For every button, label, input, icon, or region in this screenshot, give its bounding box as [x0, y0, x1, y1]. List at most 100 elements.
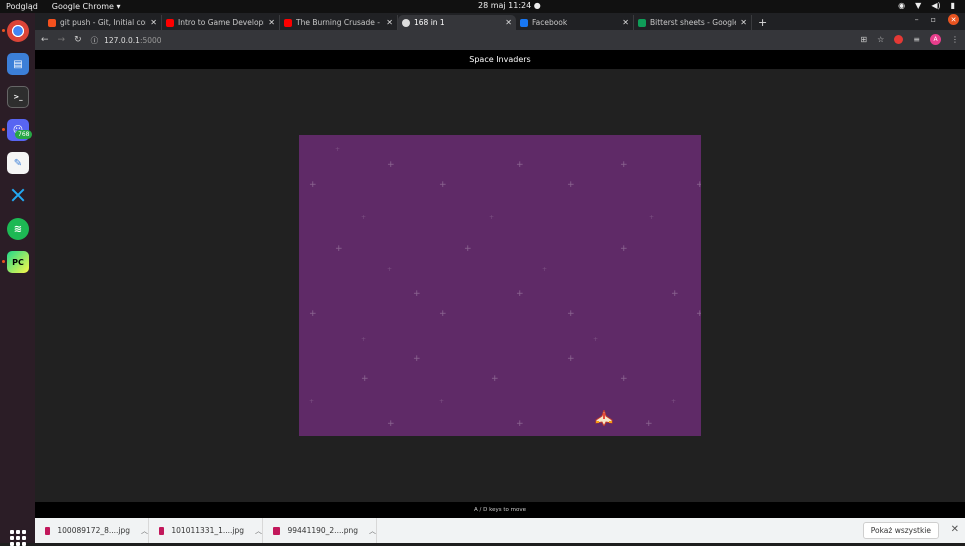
bookmark-star-icon[interactable]: ☆	[877, 35, 884, 44]
tab-git-push[interactable]: git push - Git, Initial comm ✕	[44, 15, 162, 30]
download-item[interactable]: 101011331_1....jpg ︿	[149, 518, 263, 543]
info-icon[interactable]: ⓘ	[91, 35, 99, 46]
star: +	[567, 180, 575, 190]
download-filename: 99441190_2....png	[287, 526, 358, 535]
profile-avatar[interactable]: A	[930, 34, 941, 45]
chevron-up-icon[interactable]: ︿	[255, 526, 262, 536]
reload-icon[interactable]: ↻	[74, 35, 82, 45]
game-canvas[interactable]: + + + + + + + + + + + + + + + + + + + + …	[299, 135, 701, 436]
star: +	[620, 244, 628, 254]
show-all-downloads-button[interactable]: Pokaż wszystkie	[862, 522, 939, 539]
download-item[interactable]: 100089172_8....jpg ︿	[35, 518, 149, 543]
star: +	[361, 336, 367, 343]
tab-strip: git push - Git, Initial comm ✕ Intro to …	[35, 13, 965, 30]
star: +	[439, 309, 447, 319]
close-window-icon[interactable]: ✕	[948, 14, 959, 25]
system-top-bar: Podgląd Google Chrome ▾ 28 maj 11:24 ● ◉…	[0, 0, 965, 13]
star: +	[620, 160, 628, 170]
pycharm-icon[interactable]: PC	[7, 251, 29, 273]
close-tab-icon[interactable]: ✕	[740, 18, 747, 27]
star: +	[464, 244, 472, 254]
page-title: Space Invaders	[35, 50, 965, 69]
controls-hint: A / D keys to move	[35, 502, 965, 518]
translate-icon[interactable]: ⊞	[860, 35, 867, 44]
show-apps-icon[interactable]	[10, 530, 26, 546]
close-tab-icon[interactable]: ✕	[505, 18, 512, 27]
facebook-favicon-icon	[520, 18, 528, 27]
globe-favicon-icon	[402, 18, 410, 27]
media-control-icon[interactable]: ≡	[913, 35, 920, 44]
volume-icon[interactable]: ◀)	[931, 1, 940, 10]
download-item[interactable]: 99441190_2....png ︿	[263, 518, 377, 543]
url-port: :5000	[139, 35, 162, 45]
star: +	[309, 180, 317, 190]
download-filename: 101011331_1....jpg	[171, 526, 244, 535]
minimize-icon[interactable]: –	[915, 15, 919, 24]
tab-label: 168 in 1	[414, 18, 445, 27]
close-tab-icon[interactable]: ✕	[268, 18, 275, 27]
forward-icon[interactable]: →	[58, 35, 66, 45]
star: +	[696, 309, 701, 319]
star: +	[413, 354, 421, 364]
tab-intro-game-dev[interactable]: Intro to Game Developme ✕	[162, 15, 280, 30]
star: +	[439, 180, 447, 190]
star: +	[649, 214, 655, 221]
image-file-icon	[273, 526, 281, 535]
tab-burning-crusade[interactable]: The Burning Crusade - Po ✕	[280, 15, 398, 30]
app-menu[interactable]: Google Chrome ▾	[52, 2, 121, 11]
terminal-icon[interactable]: >_	[7, 86, 29, 108]
star: +	[387, 266, 393, 273]
menu-icon[interactable]: ⋮	[951, 35, 959, 44]
star: +	[361, 374, 369, 384]
discord-badge: 768	[15, 130, 33, 139]
address-bar[interactable]: ⓘ 127.0.0.1:5000	[91, 35, 162, 46]
star: +	[620, 374, 628, 384]
text-editor-icon[interactable]: ✎	[7, 152, 29, 174]
back-icon[interactable]: ←	[41, 35, 49, 45]
youtube-favicon-icon	[166, 18, 174, 27]
chevron-up-icon[interactable]: ︿	[141, 526, 148, 536]
toolbar-actions: ⊞ ☆ ≡ A ⋮	[860, 34, 959, 45]
star: +	[516, 160, 524, 170]
battery-icon[interactable]: ▮	[951, 1, 955, 10]
tab-label: The Burning Crusade - Po	[296, 18, 383, 27]
running-indicator	[2, 260, 5, 263]
new-tab-button[interactable]: +	[752, 15, 773, 30]
files-icon[interactable]: ▤	[7, 53, 29, 75]
vscode-icon[interactable]: ⨉	[7, 185, 29, 207]
chrome-icon[interactable]	[7, 20, 29, 42]
tab-168-in-1[interactable]: 168 in 1 ✕	[398, 15, 516, 30]
star: +	[489, 214, 495, 221]
dock: ▤ >_ ☺ 768 ✎ ⨉ ≋ PC	[0, 13, 35, 546]
chevron-up-icon[interactable]: ︿	[369, 526, 376, 536]
download-filename: 100089172_8....jpg	[57, 526, 130, 535]
gitlab-favicon-icon	[48, 18, 56, 27]
activities-button[interactable]: Podgląd	[6, 2, 38, 11]
system-tray[interactable]: ◉ ▼ ◀) ▮	[898, 1, 955, 10]
tab-facebook[interactable]: Facebook ✕	[516, 15, 634, 30]
star: +	[516, 419, 524, 429]
extension-icon[interactable]	[894, 35, 904, 44]
close-tab-icon[interactable]: ✕	[150, 18, 157, 27]
maximize-icon[interactable]: ▫	[931, 15, 936, 24]
spotify-icon[interactable]: ≋	[7, 218, 29, 240]
discord-tray-icon[interactable]: ◉	[898, 1, 905, 10]
browser-toolbar: ← → ↻ ⓘ 127.0.0.1:5000 ⊞ ☆ ≡ A ⋮	[35, 30, 965, 50]
close-downloads-icon[interactable]: ✕	[951, 524, 959, 535]
star: +	[335, 146, 341, 153]
star: +	[413, 289, 421, 299]
star: +	[387, 419, 395, 429]
star: +	[387, 160, 395, 170]
player-spaceship-icon	[595, 410, 613, 426]
tab-label: Facebook	[532, 18, 568, 27]
clock[interactable]: 28 maj 11:24 ●	[478, 1, 541, 10]
url-host: 127.0.0.1	[104, 35, 140, 45]
star: +	[696, 180, 701, 190]
close-tab-icon[interactable]: ✕	[386, 18, 393, 27]
star: +	[439, 398, 445, 405]
running-indicator	[2, 29, 5, 32]
tab-sheets[interactable]: Bitterst sheets - Google S ✕	[634, 15, 752, 30]
wifi-icon[interactable]: ▼	[915, 1, 921, 10]
close-tab-icon[interactable]: ✕	[622, 18, 629, 27]
image-file-icon	[45, 526, 51, 535]
